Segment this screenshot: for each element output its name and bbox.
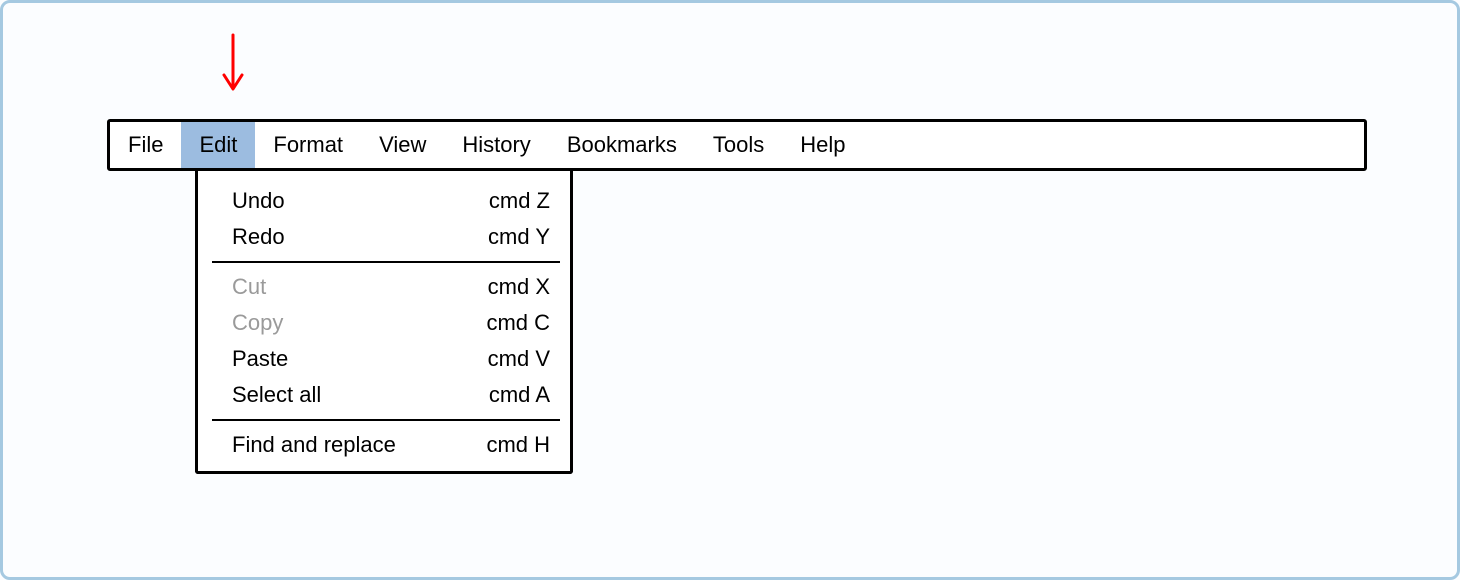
edit-item-undo-label: Undo (232, 188, 285, 214)
edit-item-redo-label: Redo (232, 224, 285, 250)
menu-help[interactable]: Help (782, 122, 863, 168)
menubar: File Edit Format View History Bookmarks … (107, 119, 1367, 171)
menu-file-label: File (128, 132, 163, 158)
edit-item-undo[interactable]: Undo cmd Z (198, 183, 570, 219)
menu-view-label: View (379, 132, 426, 158)
dropdown-separator (212, 419, 560, 421)
edit-item-cut[interactable]: Cut cmd X (198, 269, 570, 305)
menu-bookmarks-label: Bookmarks (567, 132, 677, 158)
edit-dropdown: Undo cmd Z Redo cmd Y Cut cmd X Copy cmd… (195, 171, 573, 474)
edit-item-paste-label: Paste (232, 346, 288, 372)
edit-item-copy-label: Copy (232, 310, 283, 336)
edit-item-paste[interactable]: Paste cmd V (198, 341, 570, 377)
menu-edit[interactable]: Edit (181, 122, 255, 168)
menu-view[interactable]: View (361, 122, 444, 168)
edit-item-redo-shortcut: cmd Y (488, 224, 550, 250)
edit-item-select-all-label: Select all (232, 382, 321, 408)
menu-tools[interactable]: Tools (695, 122, 782, 168)
edit-item-find-replace-shortcut: cmd H (486, 432, 550, 458)
edit-item-copy[interactable]: Copy cmd C (198, 305, 570, 341)
menu-help-label: Help (800, 132, 845, 158)
menu-format[interactable]: Format (255, 122, 361, 168)
dropdown-separator (212, 261, 560, 263)
menu-history[interactable]: History (444, 122, 548, 168)
annotation-arrow-icon (221, 33, 245, 100)
edit-item-copy-shortcut: cmd C (486, 310, 550, 336)
edit-item-find-replace[interactable]: Find and replace cmd H (198, 427, 570, 463)
edit-item-paste-shortcut: cmd V (488, 346, 550, 372)
edit-item-select-all[interactable]: Select all cmd A (198, 377, 570, 413)
menu-edit-label: Edit (199, 132, 237, 158)
edit-item-find-replace-label: Find and replace (232, 432, 396, 458)
edit-item-undo-shortcut: cmd Z (489, 188, 550, 214)
edit-item-redo[interactable]: Redo cmd Y (198, 219, 570, 255)
menu-history-label: History (462, 132, 530, 158)
menu-tools-label: Tools (713, 132, 764, 158)
edit-item-cut-shortcut: cmd X (488, 274, 550, 300)
menu-bookmarks[interactable]: Bookmarks (549, 122, 695, 168)
menu-format-label: Format (273, 132, 343, 158)
menu-file[interactable]: File (110, 122, 181, 168)
edit-item-select-all-shortcut: cmd A (489, 382, 550, 408)
edit-item-cut-label: Cut (232, 274, 266, 300)
